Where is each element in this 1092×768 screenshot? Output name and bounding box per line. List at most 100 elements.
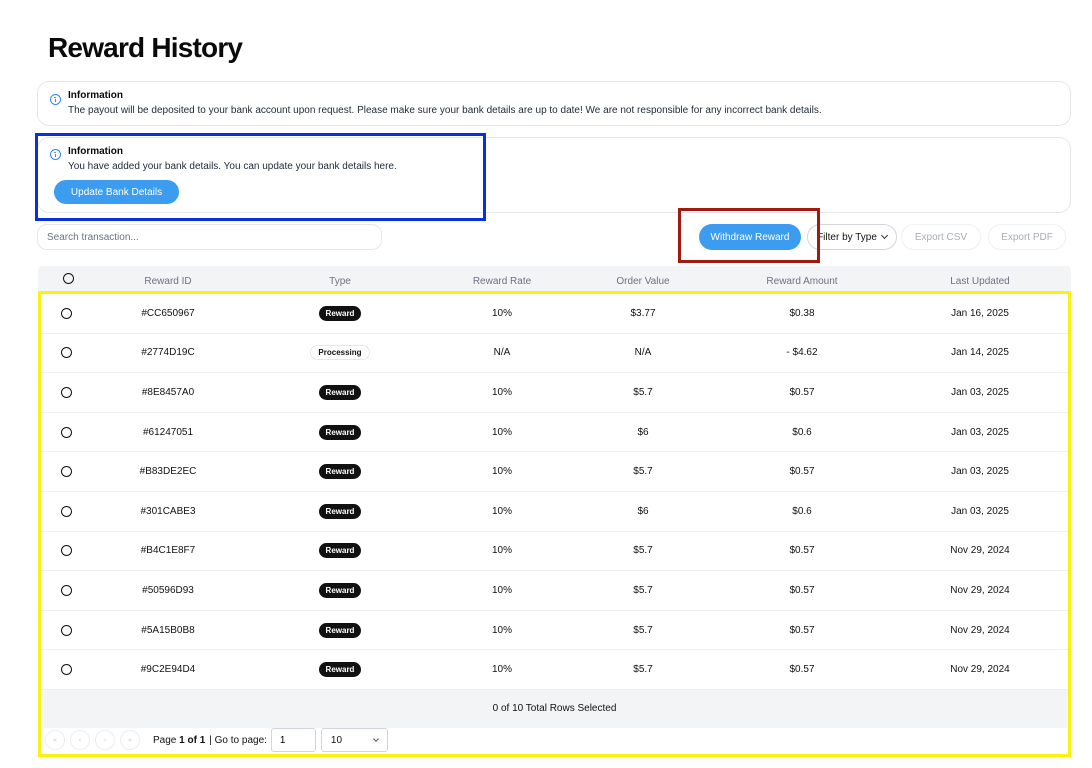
type-badge: Reward <box>318 662 362 678</box>
alert-title: Information <box>68 90 123 101</box>
withdraw-reward-button[interactable]: Withdraw Reward <box>699 224 801 250</box>
row-select-radio[interactable] <box>54 413 78 452</box>
radio-circle-icon <box>62 273 74 284</box>
reward-rate-cell: 10% <box>491 466 512 478</box>
prev-page-button[interactable]: ‹ <box>70 730 90 750</box>
row-select-radio[interactable] <box>54 334 78 373</box>
reward-rate-cell: 10% <box>491 307 512 319</box>
order-value-cell: $3.77 <box>630 307 656 319</box>
info-icon <box>50 149 61 160</box>
order-value-cell: $5.7 <box>633 664 653 676</box>
type-cell: Reward <box>290 373 390 412</box>
table-body: #CC650967 Reward 10% $3.77 $0.38 Jan 16, 2025… <box>38 294 1071 690</box>
order-value-cell: $5.7 <box>633 545 653 557</box>
radio-circle-icon <box>60 505 72 517</box>
last-updated-cell: Nov 29, 2024 <box>950 584 1010 596</box>
type-cell: Reward <box>290 413 390 452</box>
reward-amount-cell: $0.57 <box>789 584 815 596</box>
chevron-down-icon <box>880 231 888 240</box>
search-input[interactable] <box>37 224 382 250</box>
table-row[interactable]: #2774D19C Processing N/A N/A - $4.62 Jan 14, … <box>38 333 1071 374</box>
filter-by-type-button[interactable]: Filter by Type <box>807 224 897 250</box>
last-updated-cell: Jan 03, 2025 <box>951 505 1009 517</box>
export-pdf-button[interactable]: Export PDF <box>988 224 1066 250</box>
table-row[interactable]: #61247051 Reward 10% $6 $0.6 Jan 03, 2025 <box>38 412 1071 453</box>
export-csv-button[interactable]: Export CSV <box>901 224 981 250</box>
order-value-cell: $6 <box>637 426 649 438</box>
alert-title: Information <box>68 146 123 157</box>
rows-selected-summary: 0 of 10 Total Rows Selected <box>38 689 1071 728</box>
header-reward-rate[interactable]: Reward Rate <box>452 266 552 294</box>
reward-amount-cell: $0.57 <box>789 545 815 557</box>
row-select-radio[interactable] <box>54 492 78 531</box>
page-count: 1 of 1 <box>179 734 206 746</box>
table-row[interactable]: #301CABE3 Reward 10% $6 $0.6 Jan 03, 2025 <box>38 491 1071 532</box>
reward-amount-cell: $0.6 <box>792 505 812 517</box>
header-type[interactable]: Type <box>290 266 390 294</box>
radio-circle-icon <box>60 545 72 557</box>
row-select-radio[interactable] <box>54 373 78 412</box>
last-updated-cell: Nov 29, 2024 <box>950 664 1010 676</box>
type-badge: Reward <box>318 464 362 480</box>
reward-id-cell: #B4C1E8F7 <box>140 545 196 557</box>
page-size-select[interactable]: 10 <box>320 728 388 752</box>
reward-id-cell: #CC650967 <box>141 307 195 319</box>
table-header: Reward ID Type Reward Rate Order Value R… <box>38 266 1071 294</box>
type-badge: Reward <box>318 424 362 440</box>
reward-id-cell: #2774D19C <box>141 347 195 359</box>
table-row[interactable]: #50596D93 Reward 10% $5.7 $0.57 Nov 29, 2024 <box>38 571 1071 611</box>
first-page-button[interactable]: « <box>45 730 65 750</box>
reward-amount-cell: $0.57 <box>789 386 815 398</box>
header-reward-id[interactable]: Reward ID <box>118 266 218 294</box>
type-cell: Reward <box>290 650 390 689</box>
order-value-cell: $5.7 <box>633 466 653 478</box>
table-row[interactable]: #5A15B0B8 Reward 10% $5.7 $0.57 Nov 29, 2024 <box>38 610 1071 651</box>
type-badge: Reward <box>318 622 362 638</box>
radio-circle-icon <box>60 624 72 636</box>
row-select-radio[interactable] <box>54 571 78 610</box>
last-page-button[interactable]: » <box>120 730 140 750</box>
header-last-updated[interactable]: Last Updated <box>930 266 1030 294</box>
radio-circle-icon <box>60 386 72 398</box>
reward-id-cell: #301CABE3 <box>140 505 196 517</box>
row-select-radio[interactable] <box>54 452 78 491</box>
select-all-checkbox[interactable] <box>56 273 80 284</box>
last-updated-cell: Jan 14, 2025 <box>951 347 1009 359</box>
table-row[interactable]: #B4C1E8F7 Reward 10% $5.7 $0.57 Nov 29, 2024 <box>38 531 1071 572</box>
type-cell: Processing <box>290 334 390 373</box>
reward-rate-cell: 10% <box>491 624 512 636</box>
order-value-cell: N/A <box>634 347 652 359</box>
table-row[interactable]: #9C2E94D4 Reward 10% $5.7 $0.57 Nov 29, 2024 <box>38 650 1071 690</box>
reward-rate-cell: 10% <box>491 426 512 438</box>
type-badge: Reward <box>318 582 362 598</box>
header-reward-amount[interactable]: Reward Amount <box>752 266 852 294</box>
filter-label: Filter by Type <box>817 231 877 243</box>
reward-rate-cell: 10% <box>491 386 512 398</box>
row-select-radio[interactable] <box>54 611 78 650</box>
type-cell: Reward <box>290 571 390 610</box>
row-select-radio[interactable] <box>54 650 78 689</box>
table-row[interactable]: #B83DE2EC Reward 10% $5.7 $0.57 Jan 03, 2025 <box>38 452 1071 492</box>
header-order-value[interactable]: Order Value <box>593 266 693 294</box>
order-value-cell: $6 <box>637 505 649 517</box>
reward-rate-cell: 10% <box>491 505 512 517</box>
page-size-value: 10 <box>330 734 343 746</box>
order-value-cell: $5.7 <box>633 386 653 398</box>
row-select-radio[interactable] <box>54 294 78 333</box>
update-bank-details-button[interactable]: Update Bank Details <box>54 180 179 204</box>
reward-amount-cell: - $4.62 <box>786 347 818 359</box>
reward-id-cell: #9C2E94D4 <box>140 664 196 676</box>
next-page-button[interactable]: › <box>95 730 115 750</box>
reward-id-cell: #61247051 <box>142 426 194 438</box>
order-value-cell: $5.7 <box>633 584 653 596</box>
reward-amount-cell: $0.6 <box>792 426 812 438</box>
row-select-radio[interactable] <box>54 532 78 571</box>
type-badge: Reward <box>318 543 362 559</box>
reward-rate-cell: 10% <box>491 584 512 596</box>
goto-page-input[interactable] <box>270 728 316 752</box>
table-row[interactable]: #CC650967 Reward 10% $3.77 $0.38 Jan 16, 2025 <box>38 294 1071 334</box>
last-updated-cell: Jan 03, 2025 <box>951 426 1009 438</box>
info-icon <box>50 94 61 105</box>
pagination: « ‹ › » Page 1 of 1 | Go to page: 10 <box>45 728 388 752</box>
table-row[interactable]: #8E8457A0 Reward 10% $5.7 $0.57 Jan 03, 2025 <box>38 373 1071 413</box>
